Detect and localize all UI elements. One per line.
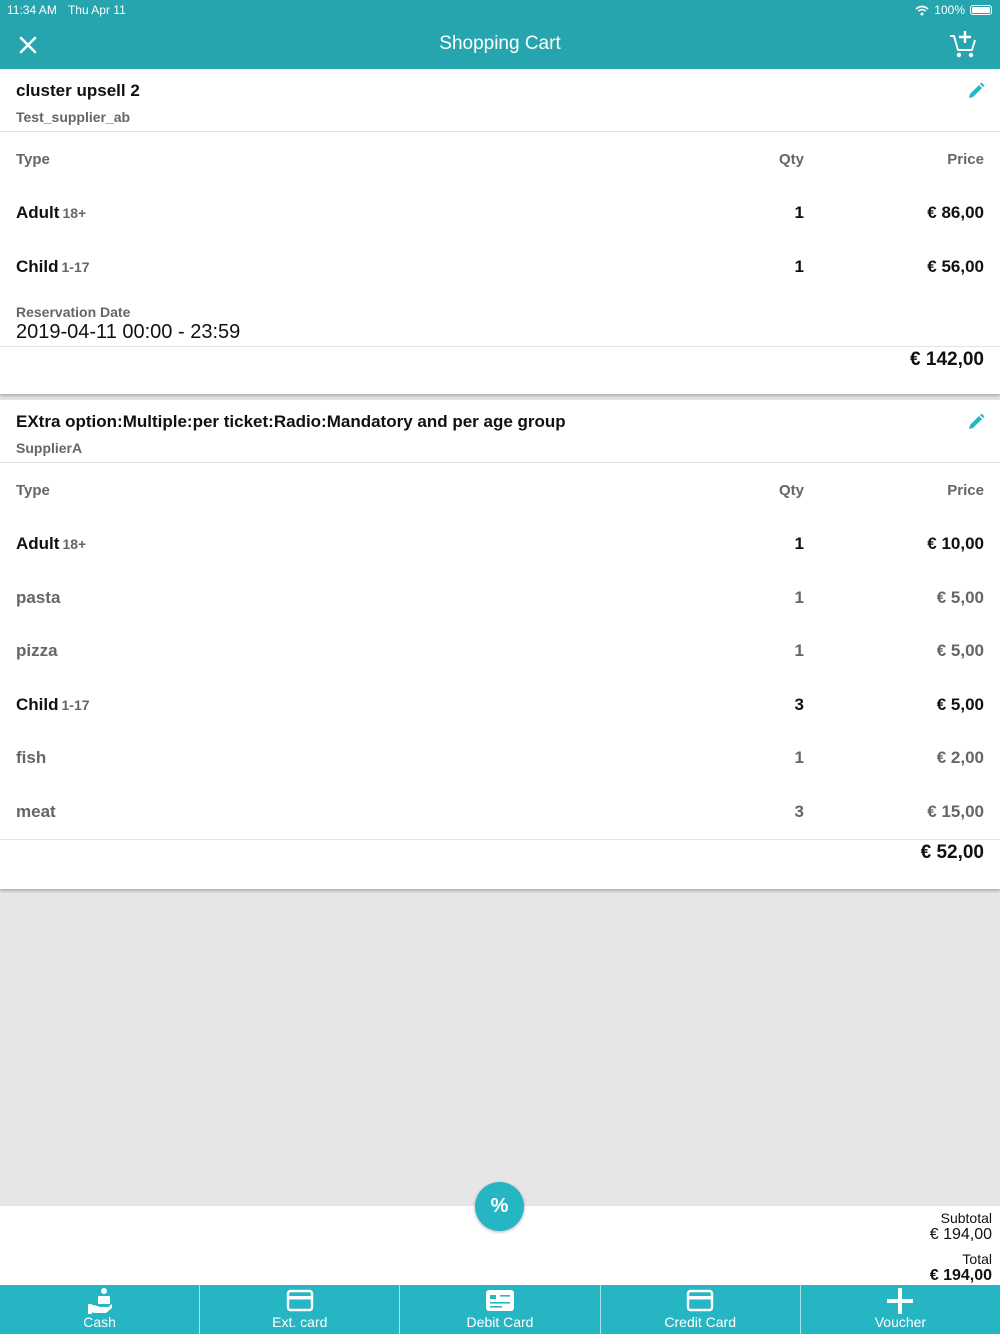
battery-percent: 100% (934, 3, 965, 17)
wifi-icon (915, 5, 929, 15)
pay-debit-card-label: Debit Card (466, 1314, 534, 1330)
discount-button[interactable]: % (475, 1182, 524, 1231)
ticket-type: Adult (16, 203, 60, 222)
ticket-qty: 1 (794, 534, 804, 553)
credit-card-icon (687, 1289, 714, 1312)
option-qty: 3 (794, 802, 804, 821)
option-qty: 1 (794, 641, 804, 660)
option-row: meat 3 € 15,00 (0, 802, 1000, 826)
ticket-row: Adult 18+ 1 € 10,00 (0, 534, 1000, 558)
add-to-cart-icon[interactable] (948, 28, 978, 60)
option-price: € 5,00 (936, 641, 984, 660)
age-range: 1-17 (61, 697, 90, 713)
option-name: pizza (16, 641, 58, 660)
pay-debit-card-button[interactable]: Debit Card (400, 1285, 601, 1334)
ticket-qty: 1 (794, 257, 804, 276)
cart-item-card: EXtra option:Multiple:per ticket:Radio:M… (0, 400, 1000, 889)
product-name: EXtra option:Multiple:per ticket:Radio:M… (16, 412, 566, 431)
option-name: meat (16, 802, 56, 821)
reservation-date-label: Reservation Date (16, 304, 131, 320)
pay-cash-label: Cash (83, 1314, 116, 1330)
card-icon (286, 1289, 313, 1312)
supplier-name: Test_supplier_ab (16, 109, 131, 125)
option-row: pasta 1 € 5,00 (0, 588, 1000, 612)
divider (0, 839, 1000, 840)
pay-ext-card-button[interactable]: Ext. card (200, 1285, 401, 1334)
column-header-qty: Qty (778, 482, 804, 499)
option-price: € 5,00 (936, 588, 984, 607)
option-qty: 1 (794, 748, 804, 767)
pay-credit-card-label: Credit Card (664, 1314, 736, 1330)
ticket-price: € 5,00 (936, 695, 984, 714)
column-header-price: Price (947, 482, 984, 499)
age-range: 1-17 (61, 259, 90, 275)
page-title: Shopping Cart (439, 33, 561, 54)
pay-voucher-button[interactable]: Voucher (801, 1285, 1000, 1334)
cash-hand-icon (87, 1288, 112, 1314)
product-name: cluster upsell 2 (16, 81, 140, 100)
ticket-row: Adult 18+ 1 € 86,00 (0, 203, 1000, 227)
ticket-type: Child (16, 257, 59, 276)
reservation-date-value: 2019-04-11 00:00 - 23:59 (16, 321, 241, 343)
supplier-name: SupplierA (16, 440, 83, 456)
battery-icon (970, 5, 992, 15)
option-row: pizza 1 € 5,00 (0, 641, 1000, 665)
debit-card-icon (486, 1290, 514, 1311)
subtotal-label: Subtotal (940, 1210, 992, 1226)
ticket-row: Child 1-17 1 € 56,00 (0, 257, 1000, 281)
status-date: Thu Apr 11 (67, 3, 126, 17)
pay-credit-card-button[interactable]: Credit Card (601, 1285, 801, 1334)
total-value: € 194,00 (929, 1267, 992, 1284)
pay-voucher-label: Voucher (874, 1314, 927, 1330)
status-bar: 11:34 AM Thu Apr 11 100% (0, 0, 1000, 20)
column-header-qty: Qty (778, 151, 804, 168)
column-header-type: Type (16, 482, 50, 499)
ticket-qty: 1 (794, 203, 804, 222)
option-name: fish (16, 748, 47, 767)
age-range: 18+ (62, 205, 87, 221)
ticket-row: Child 1-17 3 € 5,00 (0, 695, 1000, 719)
ticket-qty: 3 (794, 695, 804, 714)
ticket-price: € 56,00 (927, 257, 984, 276)
column-header-type: Type (16, 151, 50, 168)
item-total: € 52,00 (920, 842, 984, 863)
ticket-type: Adult (16, 534, 60, 553)
cart-item-card: cluster upsell 2 Test_supplier_ab Type Q… (0, 69, 1000, 394)
option-price: € 2,00 (936, 748, 984, 767)
option-name: pasta (16, 588, 61, 607)
divider (0, 462, 1000, 463)
payment-bar: Cash Ext. card Debit Card Credit Card Vo… (0, 1285, 1000, 1334)
status-time: 11:34 AM (7, 3, 57, 17)
pay-ext-card-label: Ext. card (272, 1314, 328, 1330)
total-label: Total (962, 1251, 992, 1267)
item-total: € 142,00 (910, 349, 984, 370)
option-row: fish 1 € 2,00 (0, 748, 1000, 772)
divider (0, 131, 1000, 132)
edit-pencil-icon[interactable] (967, 413, 985, 431)
ticket-type: Child (16, 695, 59, 714)
option-qty: 1 (794, 588, 804, 607)
ticket-price: € 86,00 (927, 203, 984, 222)
pay-cash-button[interactable]: Cash (0, 1285, 201, 1334)
divider (0, 346, 1000, 347)
navigation-bar: Shopping Cart (0, 20, 1000, 69)
age-range: 18+ (62, 536, 87, 552)
option-price: € 15,00 (927, 802, 984, 821)
column-header-price: Price (947, 151, 984, 168)
ticket-price: € 10,00 (927, 534, 984, 553)
edit-pencil-icon[interactable] (967, 82, 985, 100)
subtotal-value: € 194,00 (929, 1226, 992, 1243)
plus-icon (887, 1288, 914, 1314)
